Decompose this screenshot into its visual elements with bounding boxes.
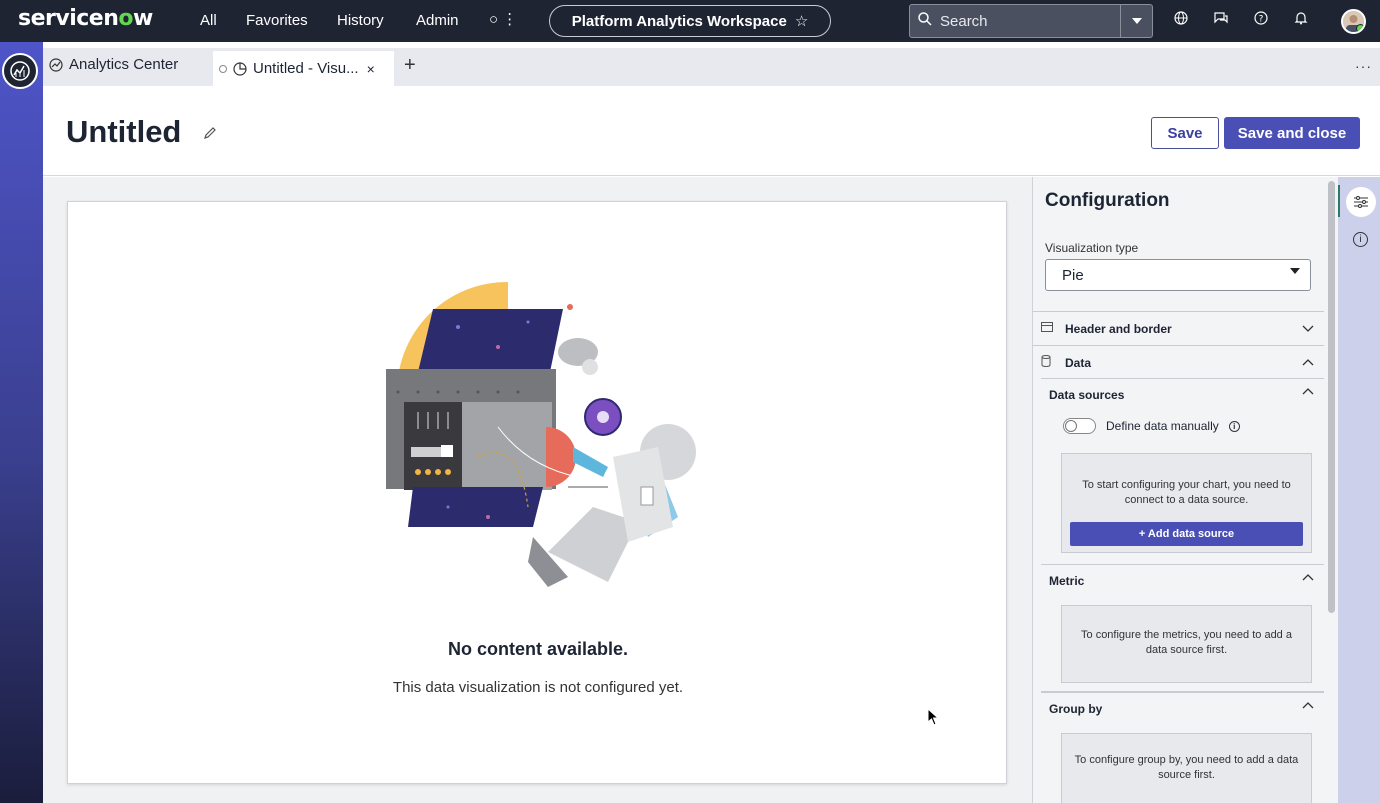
tab-untitled-label: Untitled - Visu... [253, 60, 359, 77]
accordion-group-by[interactable]: Group by [1041, 691, 1324, 721]
global-search[interactable]: Search [909, 4, 1153, 38]
bell-icon[interactable] [1291, 11, 1311, 31]
chevron-up-icon [1302, 359, 1314, 366]
workspace-pill[interactable]: Platform Analytics Workspace ☆ [549, 5, 831, 37]
top-navigation: servicenow All Favorites History Admin ○… [0, 0, 1380, 42]
workspace-name: Platform Analytics Workspace [571, 12, 787, 30]
info-icon[interactable]: i [1228, 420, 1240, 432]
configuration-title: Configuration [1045, 190, 1170, 211]
star-icon[interactable]: ☆ [795, 12, 808, 30]
svg-text:?: ? [1259, 15, 1264, 25]
visualization-type-select[interactable]: Pie [1045, 259, 1311, 291]
header-border-label: Header and border [1065, 321, 1172, 336]
add-data-source-button[interactable]: + Add data source [1070, 522, 1303, 546]
page-header: Untitled Save Save and close [43, 86, 1380, 176]
left-rail [0, 42, 43, 803]
active-indicator [1338, 185, 1340, 217]
empty-state-subtitle: This data visualization is not configure… [392, 679, 684, 696]
pie-chart-icon [233, 61, 247, 76]
visualization-type-value: Pie [1062, 266, 1084, 284]
empty-state-title: No content available. [447, 639, 629, 659]
define-data-manually-row: Define data manually i [1063, 418, 1240, 434]
analytics-tab-icon [49, 57, 63, 72]
nav-all[interactable]: All [200, 12, 217, 29]
save-button[interactable]: Save [1151, 117, 1219, 149]
search-scope-dropdown[interactable] [1120, 5, 1152, 37]
data-sources-label: Data sources [1049, 388, 1125, 402]
data-label: Data [1065, 355, 1092, 370]
configuration-panel: Configuration Visualization type Pie Hea… [1032, 177, 1325, 803]
define-data-manually-label: Define data manually [1106, 419, 1219, 433]
chevron-up-icon [1302, 702, 1314, 709]
settings-sliders-icon[interactable] [1346, 187, 1376, 217]
help-icon[interactable]: ? [1251, 11, 1271, 31]
visualization-card: No content available. This data visualiz… [67, 201, 1007, 784]
close-tab-icon[interactable]: × [367, 61, 375, 77]
astronaut-illustration [386, 281, 696, 587]
user-avatar[interactable] [1341, 9, 1366, 34]
chevron-up-icon [1302, 388, 1314, 395]
accordion-header-and-border[interactable]: Header and border [1033, 311, 1324, 345]
group-by-message-box: To configure group by, you need to add a… [1061, 733, 1312, 803]
metric-message-box: To configure the metrics, you need to ad… [1061, 605, 1312, 683]
header-border-icon [1041, 322, 1065, 335]
scrollbar-thumb[interactable] [1328, 181, 1335, 613]
loading-icon [219, 64, 227, 73]
visualization-canvas: No content available. This data visualiz… [43, 177, 1032, 803]
tab-bar: Analytics Center Untitled - Visu... × + … [43, 48, 1380, 86]
tab-analytics-label: Analytics Center [69, 56, 179, 73]
page-title: Untitled [66, 114, 182, 149]
chevron-up-icon [1302, 574, 1314, 581]
group-by-label: Group by [1049, 702, 1103, 716]
analytics-app-icon[interactable] [2, 53, 38, 89]
group-by-message: To configure group by, you need to add a… [1074, 754, 1299, 781]
right-icon-rail: i [1338, 177, 1380, 803]
metric-message: To configure the metrics, you need to ad… [1081, 629, 1292, 656]
info-panel-icon[interactable]: i [1353, 232, 1368, 247]
visualization-type-label: Visualization type [1045, 241, 1139, 255]
nav-favorites[interactable]: Favorites [246, 12, 308, 29]
new-tab-button[interactable]: + [404, 54, 416, 77]
search-input[interactable]: Search [940, 13, 1120, 30]
metric-label: Metric [1049, 574, 1085, 588]
nav-history[interactable]: History [337, 12, 384, 29]
caret-down-icon [1290, 268, 1300, 274]
define-data-manually-toggle[interactable] [1063, 418, 1096, 434]
nav-admin[interactable]: Admin [416, 12, 459, 29]
database-icon [1041, 355, 1065, 370]
chat-icon[interactable] [1211, 11, 1231, 31]
globe-icon[interactable] [1171, 11, 1191, 31]
tab-untitled-visualization[interactable]: Untitled - Visu... × [213, 51, 394, 86]
search-icon [910, 12, 940, 30]
online-status-icon [1356, 24, 1364, 32]
data-source-message-box: To start configuring your chart, you nee… [1061, 453, 1312, 553]
nav-more-icon[interactable]: ○ ⋮ [489, 10, 517, 28]
servicenow-logo[interactable]: servicenow [18, 6, 153, 31]
data-source-message: To start configuring your chart, you nee… [1082, 479, 1291, 506]
config-scrollbar[interactable] [1325, 177, 1338, 803]
edit-title-icon[interactable] [203, 126, 217, 145]
save-and-close-button[interactable]: Save and close [1224, 117, 1360, 149]
accordion-metric[interactable]: Metric [1041, 564, 1324, 594]
tab-analytics-center[interactable]: Analytics Center [49, 56, 178, 73]
accordion-data[interactable]: Data [1033, 345, 1324, 379]
mouse-cursor-icon [927, 708, 940, 726]
accordion-data-sources[interactable]: Data sources [1041, 378, 1324, 408]
tab-more-icon[interactable]: ··· [1355, 58, 1372, 74]
chevron-down-icon [1302, 325, 1314, 332]
